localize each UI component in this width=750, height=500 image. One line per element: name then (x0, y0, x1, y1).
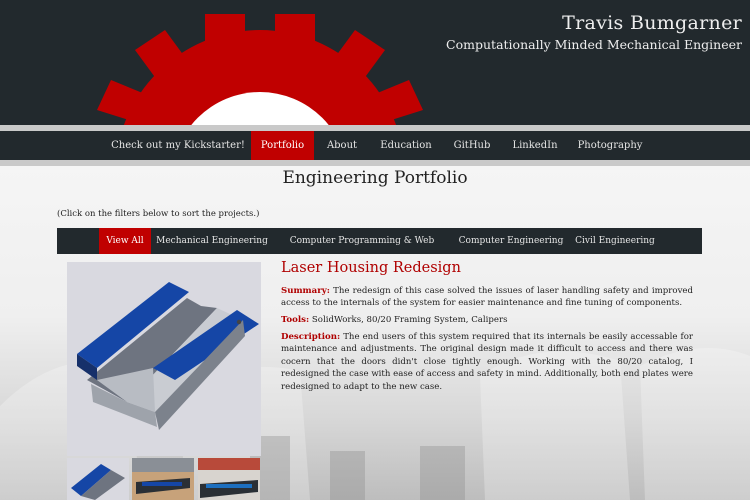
summary-text: The redesign of this case solved the iss… (281, 286, 694, 309)
filter-computer-programming[interactable]: Computer Programming & Web Design (275, 228, 449, 272)
filter-computer-engineering[interactable]: Computer Engineering (456, 228, 566, 254)
site-header: Travis Bumgarner Computationally Minded … (0, 0, 750, 125)
site-tagline: Computationally Minded Mechanical Engine… (446, 37, 742, 52)
nav-photography-link[interactable]: Photography (572, 131, 648, 160)
summary-label: Summary: (281, 286, 330, 296)
nav-github-link[interactable]: GitHub (446, 131, 498, 160)
project-title: Laser Housing Redesign (281, 260, 461, 276)
project-thumbnail-1[interactable] (67, 458, 129, 500)
main-nav: Check out my Kickstarter! Portfolio Abou… (0, 131, 750, 160)
project-description: Description: The end users of this syste… (281, 331, 693, 393)
nav-about-link[interactable]: About (318, 131, 366, 160)
filter-view-all[interactable]: View All (99, 228, 151, 254)
tools-label: Tools: (281, 315, 310, 325)
nav-education-link[interactable]: Education (372, 131, 440, 160)
nav-portfolio-link[interactable]: Portfolio (251, 131, 314, 160)
tools-text: SolidWorks, 80/20 Framing System, Calipe… (311, 315, 508, 325)
description-text: The end users of this system required th… (281, 332, 693, 392)
project-filter-bar: View All Mechanical Engineering Computer… (57, 228, 702, 272)
laser-housing-render (67, 262, 261, 456)
site-owner-name: Travis Bumgarner (562, 12, 742, 34)
filter-hint-text: (Click on the filters below to sort the … (57, 209, 260, 219)
project-thumbnail-2[interactable] (132, 458, 194, 500)
project-tools: Tools: SolidWorks, 80/20 Framing System,… (281, 314, 693, 326)
description-label: Description: (281, 332, 341, 342)
nav-kickstarter-link[interactable]: Check out my Kickstarter! (110, 131, 246, 160)
project-thumbnail-3[interactable] (198, 458, 260, 500)
nav-linkedin-link[interactable]: LinkedIn (506, 131, 564, 160)
gear-logo-icon (97, 14, 423, 125)
page-title: Engineering Portfolio (282, 168, 468, 188)
filter-mechanical-engineering[interactable]: Mechanical Engineering (155, 228, 269, 254)
project-summary: Summary: The redesign of this case solve… (281, 285, 693, 310)
filter-civil-engineering[interactable]: Civil Engineering (572, 228, 658, 254)
project-main-image[interactable] (67, 262, 261, 456)
